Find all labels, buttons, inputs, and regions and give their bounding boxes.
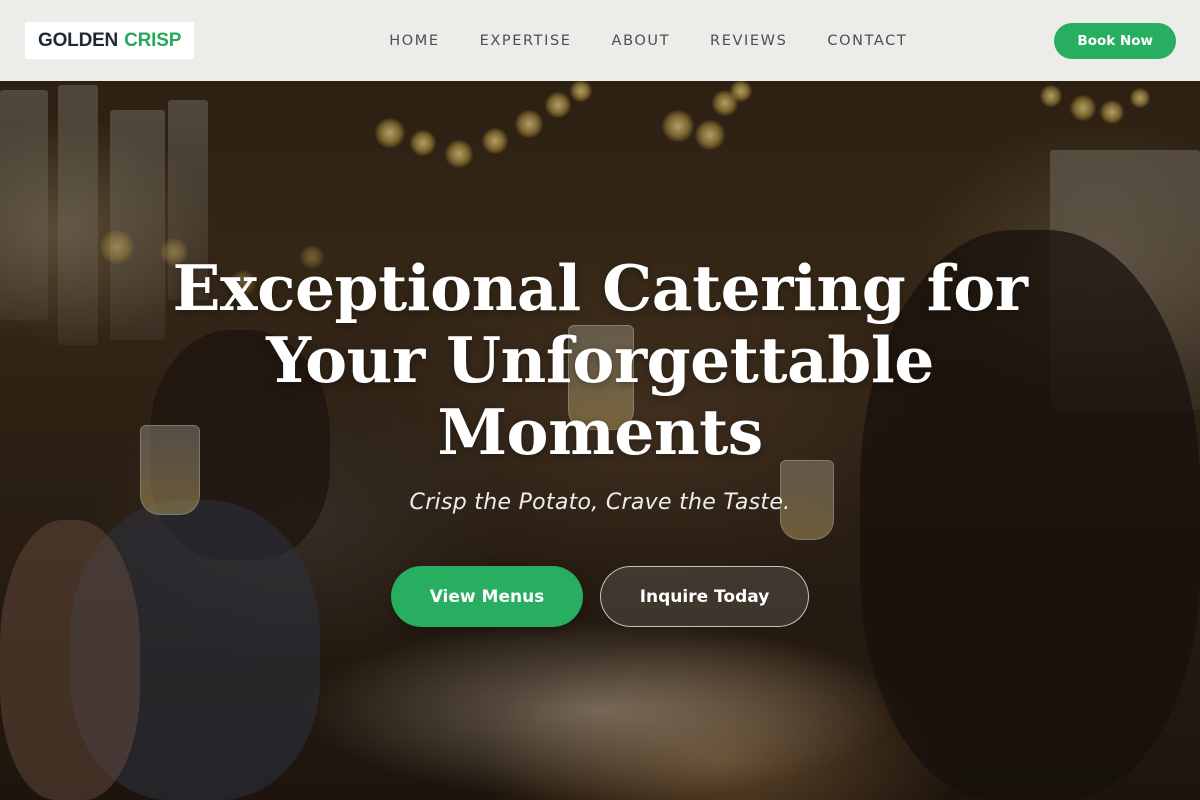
brand-name-part2: CRISP <box>124 29 182 51</box>
nav-link-home[interactable]: HOME <box>389 33 439 49</box>
view-menus-button[interactable]: View Menus <box>391 566 583 627</box>
book-now-button[interactable]: Book Now <box>1054 22 1176 59</box>
nav-link-contact[interactable]: CONTACT <box>827 33 907 49</box>
hero-buttons: View Menus Inquire Today <box>0 566 1200 627</box>
brand-name-part1: GOLDEN <box>38 29 119 51</box>
main-nav: HOME EXPERTISE ABOUT REVIEWS CONTACT <box>389 33 907 49</box>
brand-logo[interactable]: GOLDEN CRISP <box>25 22 195 59</box>
hero-tagline: Crisp the Potato, Crave the Taste. <box>409 490 791 515</box>
nav-link-about[interactable]: ABOUT <box>612 33 671 49</box>
inquire-today-button[interactable]: Inquire Today <box>600 566 809 627</box>
hero-title: Exceptional Catering for Your Unforgetta… <box>172 251 1029 469</box>
hero-section: Exceptional Catering for Your Unforgetta… <box>0 252 1200 515</box>
top-navbar: GOLDEN CRISP HOME EXPERTISE ABOUT REVIEW… <box>0 0 1200 81</box>
nav-link-expertise[interactable]: EXPERTISE <box>480 33 572 49</box>
nav-link-reviews[interactable]: REVIEWS <box>710 33 787 49</box>
